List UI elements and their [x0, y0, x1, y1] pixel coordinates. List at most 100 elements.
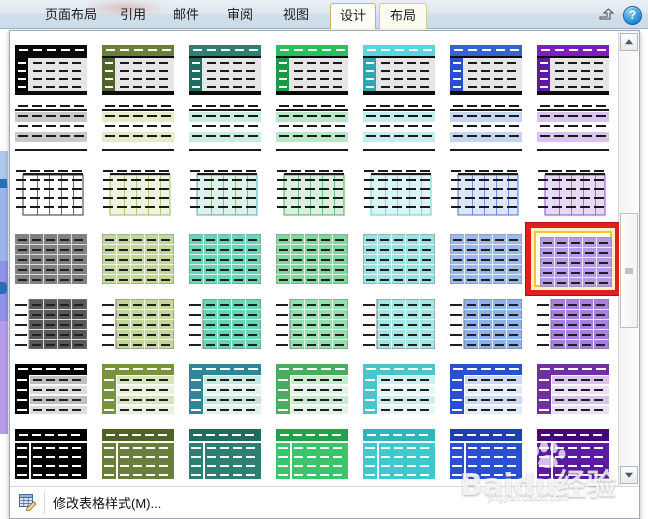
- table-style-thumbnail[interactable]: [97, 356, 184, 421]
- table-style-thumbnail[interactable]: [445, 226, 532, 291]
- table-style-preview: [102, 298, 175, 350]
- table-style-thumbnail[interactable]: [445, 31, 532, 96]
- table-style-thumbnail[interactable]: [445, 421, 532, 486]
- table-style-thumbnail[interactable]: [358, 226, 445, 291]
- ribbon-tab-strip: 页面布局 引用 邮件 审阅 视图 设计 布局 ?: [0, 0, 648, 29]
- table-style-thumbnail[interactable]: [10, 31, 97, 96]
- table-style-thumbnail[interactable]: [97, 291, 184, 356]
- table-style-preview: [15, 429, 87, 479]
- table-style-thumbnail[interactable]: [184, 96, 271, 161]
- gallery-scroll-area[interactable]: [10, 31, 619, 486]
- ribbon-tab-page-layout[interactable]: 页面布局: [36, 2, 106, 28]
- document-scrollbar-segment: [0, 183, 8, 261]
- document-edge-marker: [0, 179, 7, 188]
- table-style-preview: [15, 104, 87, 154]
- table-style-thumbnail[interactable]: [97, 31, 184, 96]
- table-style-thumbnail[interactable]: [532, 291, 619, 356]
- table-style-thumbnail[interactable]: [97, 161, 184, 226]
- table-style-preview: [276, 429, 348, 479]
- table-style-thumbnail[interactable]: [532, 161, 619, 226]
- table-style-thumbnail[interactable]: [358, 291, 445, 356]
- selected-style-highlight: [526, 223, 619, 295]
- table-style-thumbnail[interactable]: [358, 421, 445, 486]
- table-style-preview: [363, 104, 435, 154]
- table-style-thumbnail[interactable]: [184, 421, 271, 486]
- ribbon-tab-references[interactable]: 引用: [112, 2, 154, 28]
- table-style-preview: [450, 169, 522, 219]
- table-style-thumbnail[interactable]: [532, 96, 619, 161]
- table-style-thumbnail[interactable]: [271, 421, 358, 486]
- table-style-thumbnail[interactable]: [445, 96, 532, 161]
- table-style-preview: [363, 429, 435, 479]
- table-style-preview: [363, 298, 436, 350]
- table-style-preview: [276, 104, 348, 154]
- ribbon-tab-review[interactable]: 审阅: [216, 2, 264, 28]
- table-style-thumbnail[interactable]: [358, 96, 445, 161]
- table-style-thumbnail[interactable]: [10, 421, 97, 486]
- table-style-thumbnail[interactable]: [271, 291, 358, 356]
- table-style-thumbnail[interactable]: [10, 226, 97, 291]
- ribbon-tab-view[interactable]: 视图: [272, 2, 320, 28]
- table-style-preview: [363, 169, 435, 219]
- scroll-up-button[interactable]: [620, 33, 638, 51]
- table-style-preview: [189, 298, 262, 350]
- table-style-preview: [450, 298, 523, 350]
- table-style-thumbnail[interactable]: [358, 161, 445, 226]
- scroll-down-button[interactable]: [620, 466, 638, 484]
- table-style-thumbnail[interactable]: [271, 31, 358, 96]
- help-icon[interactable]: ?: [623, 5, 642, 25]
- table-style-thumbnail[interactable]: [445, 291, 532, 356]
- table-style-thumbnail[interactable]: [10, 161, 97, 226]
- table-style-thumbnail[interactable]: [184, 356, 271, 421]
- ribbon-tab-layout[interactable]: 布局: [379, 3, 427, 29]
- table-style-preview: [450, 104, 522, 154]
- gallery-vertical-scrollbar[interactable]: [618, 31, 639, 486]
- table-style-preview: [15, 45, 87, 95]
- table-style-thumbnail[interactable]: [271, 96, 358, 161]
- table-style-thumbnail[interactable]: [358, 31, 445, 96]
- table-style-preview: [15, 298, 88, 350]
- table-style-thumbnail[interactable]: [97, 96, 184, 161]
- table-style-preview: [450, 364, 522, 414]
- table-style-thumbnail[interactable]: [271, 356, 358, 421]
- table-style-thumbnail[interactable]: [184, 291, 271, 356]
- table-style-preview: [102, 364, 174, 414]
- table-style-thumbnail[interactable]: [445, 356, 532, 421]
- table-style-thumbnail[interactable]: [271, 226, 358, 291]
- table-style-thumbnail[interactable]: [358, 356, 445, 421]
- table-style-thumbnail[interactable]: [184, 31, 271, 96]
- table-style-preview: [101, 233, 175, 285]
- ribbon-tab-design[interactable]: 设计: [330, 3, 376, 29]
- table-edit-icon: [19, 494, 37, 512]
- table-style-thumbnail[interactable]: [10, 291, 97, 356]
- table-style-thumbnail[interactable]: [10, 96, 97, 161]
- table-style-preview: [189, 104, 261, 154]
- table-style-preview: [363, 364, 435, 414]
- scrollbar-thumb[interactable]: [620, 213, 638, 329]
- table-style-thumbnail[interactable]: [184, 161, 271, 226]
- table-style-thumbnail[interactable]: [445, 161, 532, 226]
- table-style-preview: [15, 169, 87, 219]
- ribbon-tab-mailings[interactable]: 邮件: [162, 2, 210, 28]
- table-style-thumbnail[interactable]: [532, 31, 619, 96]
- table-style-preview: [15, 364, 87, 414]
- document-left-edge: [0, 29, 9, 519]
- table-style-thumbnail[interactable]: [271, 161, 358, 226]
- table-style-preview: [102, 429, 174, 479]
- table-style-thumbnail[interactable]: [532, 356, 619, 421]
- table-style-thumbnail[interactable]: [10, 356, 97, 421]
- scrollbar-grip-icon: [625, 268, 633, 274]
- table-style-preview: [537, 429, 609, 479]
- table-style-preview: [189, 364, 261, 414]
- table-style-thumbnail[interactable]: [97, 421, 184, 486]
- modify-table-style-menu-item[interactable]: 修改表格样式(M)...: [10, 487, 639, 518]
- selected-table-style-preview[interactable]: [539, 236, 613, 288]
- collapse-ribbon-icon[interactable]: [599, 8, 615, 22]
- chevron-up-icon: [625, 39, 633, 45]
- table-style-thumbnail[interactable]: [532, 421, 619, 486]
- table-style-preview: [449, 233, 523, 285]
- table-style-preview: [102, 104, 174, 154]
- table-style-thumbnail[interactable]: [184, 226, 271, 291]
- table-style-preview: [450, 45, 522, 95]
- table-style-thumbnail[interactable]: [97, 226, 184, 291]
